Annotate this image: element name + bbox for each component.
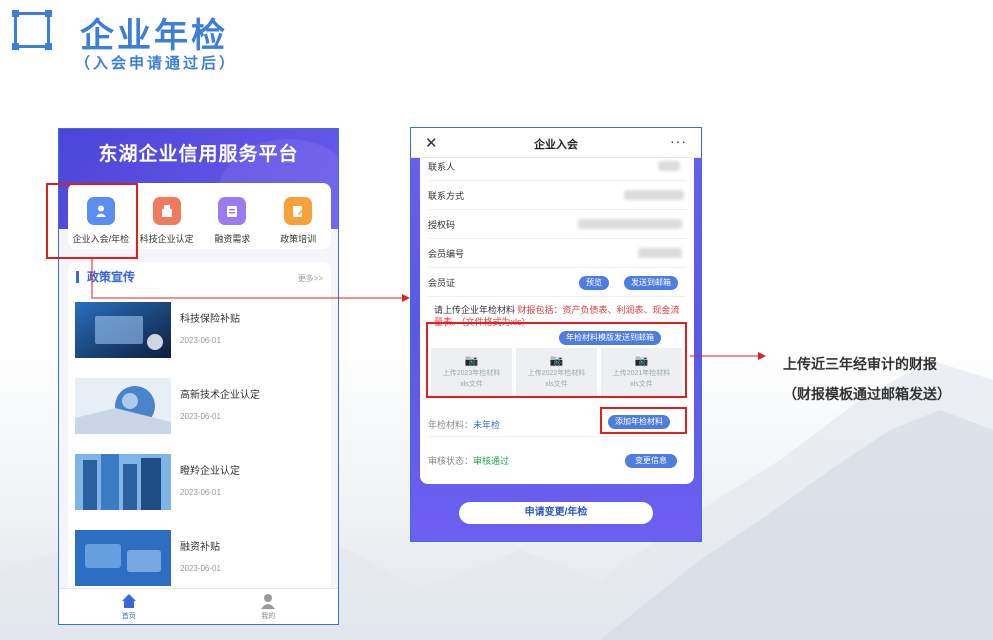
connector-arrows bbox=[91, 259, 766, 360]
highlight-box bbox=[426, 322, 687, 398]
highlight-box bbox=[600, 407, 687, 434]
highlight-box bbox=[46, 183, 138, 259]
